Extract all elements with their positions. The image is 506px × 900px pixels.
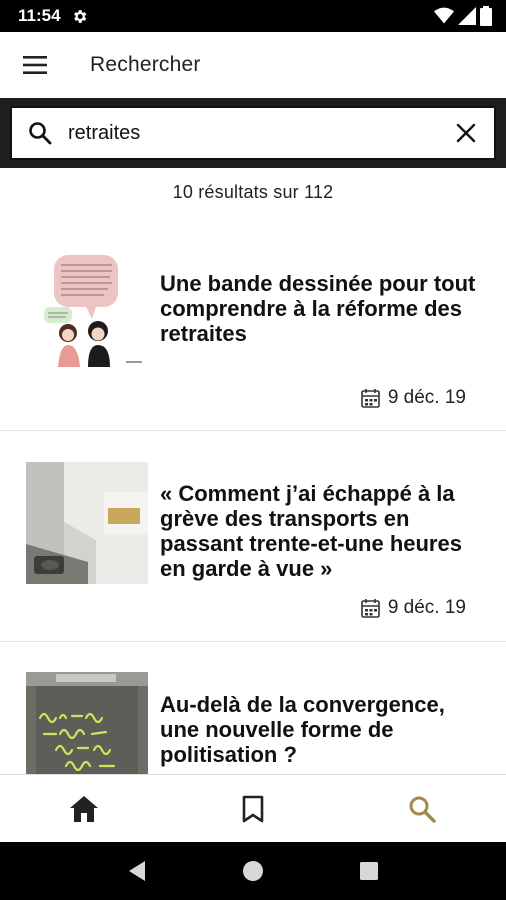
status-time: 11:54 xyxy=(18,6,61,25)
recents-icon[interactable] xyxy=(359,861,379,881)
list-item[interactable]: Une bande dessinée pour tout comprendre … xyxy=(0,222,506,431)
home-icon xyxy=(70,795,99,822)
clear-search-button[interactable] xyxy=(438,123,494,143)
article-thumbnail xyxy=(26,249,148,371)
results-count: 10 résultats sur 112 xyxy=(172,182,334,202)
nav-home-button[interactable] xyxy=(44,775,124,843)
search-icon xyxy=(12,121,68,145)
article-date-text: 9 déc. 19 xyxy=(387,387,466,408)
page-title: Rechercher xyxy=(90,53,201,76)
back-icon[interactable] xyxy=(127,860,147,882)
article-date-text: 9 déc. 19 xyxy=(387,597,466,618)
search-box xyxy=(10,106,496,160)
close-icon xyxy=(456,123,476,143)
settings-gear-icon xyxy=(73,9,86,23)
status-bar: 11:54 xyxy=(0,0,506,32)
app-bar: Rechercher xyxy=(0,32,506,98)
article-thumbnail xyxy=(26,462,148,584)
list-item[interactable]: « Comment j’ai échappé à la grève des tr… xyxy=(0,431,506,642)
home-circle-icon[interactable] xyxy=(242,860,264,882)
cell-signal-icon xyxy=(458,7,476,25)
search-bar xyxy=(0,98,506,168)
battery-icon xyxy=(480,6,492,26)
article-title[interactable]: Une bande dessinée pour tout comprendre … xyxy=(160,271,480,346)
article-title[interactable]: « Comment j’ai échappé à la grève des tr… xyxy=(160,481,480,581)
article-title[interactable]: Au-delà de la convergence, une nouvelle … xyxy=(160,692,480,767)
search-icon xyxy=(409,796,436,823)
menu-icon xyxy=(23,56,47,74)
results-list: Une bande dessinée pour tout comprendre … xyxy=(0,222,506,794)
calendar-icon xyxy=(361,599,380,618)
system-nav-bar xyxy=(0,842,506,900)
article-date: 9 déc. 19 xyxy=(361,597,466,619)
article-date: 9 déc. 19 xyxy=(361,387,466,409)
search-input[interactable] xyxy=(68,113,438,153)
nav-search-button[interactable] xyxy=(382,775,462,843)
wifi-icon xyxy=(434,7,454,24)
bottom-nav xyxy=(0,774,506,842)
list-item[interactable]: Au-delà de la convergence, une nouvelle … xyxy=(0,642,506,794)
calendar-icon xyxy=(361,389,380,408)
bookmark-icon xyxy=(242,795,264,822)
nav-bookmarks-button[interactable] xyxy=(213,775,293,843)
menu-button[interactable] xyxy=(0,32,70,98)
